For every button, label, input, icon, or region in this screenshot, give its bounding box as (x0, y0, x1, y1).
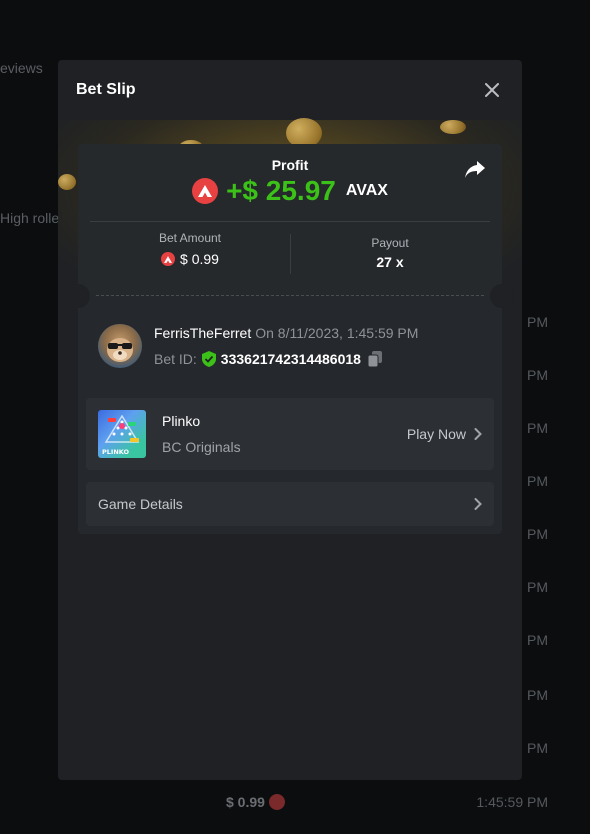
bet-amount-value-row: $ 0.99 (90, 251, 290, 267)
avax-icon (192, 178, 219, 204)
bet-card: Profit +$ 25.97 AVAX Bet Amount $ 0.99 P… (66, 144, 514, 534)
bg-time: PM (527, 579, 548, 595)
avax-glyph (198, 185, 213, 197)
close-icon (485, 83, 499, 97)
profit-value: +$ 25.97 (226, 175, 336, 206)
copy-icon[interactable] (367, 351, 382, 367)
coin-decoration (440, 120, 466, 134)
bet-amount-label: Bet Amount (158, 231, 222, 245)
bg-footer-time: 1:45:59 PM (476, 794, 548, 810)
payout-value: 27 x (376, 254, 404, 270)
plinko-game-thumbnail: PLINKO (98, 410, 146, 458)
bg-time: PM (527, 687, 548, 703)
plinko-icon: PLINKO (102, 414, 140, 456)
avax-icon (268, 794, 285, 810)
bg-time: PM (527, 367, 548, 383)
avax-glyph (164, 255, 173, 263)
coin-decoration (58, 174, 76, 190)
bet-slip-modal: Bet Slip Profit +$ 25.97 AVAX Bet Amount… (58, 60, 522, 780)
verified-shield-icon (201, 351, 216, 367)
bg-footer-amount: $ 0.99 (226, 794, 285, 810)
bg-footer-amount-text: $ 0.99 (226, 794, 265, 810)
payout-label: Payout (371, 236, 409, 250)
play-now-button[interactable]: Play Now (407, 426, 482, 442)
ticket-notch-left (66, 284, 90, 308)
bg-time: PM (527, 632, 548, 648)
profit-label: Profit (271, 157, 309, 173)
bet-id-label: Bet ID: (154, 351, 197, 367)
profit-currency: AVAX (345, 182, 388, 199)
share-icon (465, 161, 485, 178)
modal-title: Bet Slip (76, 81, 136, 98)
play-now-label: Play Now (406, 426, 466, 442)
bet-amount-value: $ 0.99 (180, 251, 219, 267)
bg-reviews-text: eviews (0, 60, 43, 76)
bg-time: PM (527, 473, 548, 489)
bg-time: PM (527, 420, 548, 436)
game-details-row[interactable]: Game Details (86, 482, 494, 526)
user-row: FerrisTheFerret On 8/11/2023, 1:45:59 PM … (98, 324, 418, 368)
divider (90, 221, 490, 222)
ferret-avatar-icon (107, 338, 133, 362)
bg-time: PM (527, 740, 548, 756)
bet-id-line: Bet ID: 333621742314486018 (154, 351, 418, 367)
bg-high-roller-text: High roller (0, 210, 64, 226)
payout-stat: Payout 27 x (290, 236, 490, 270)
bet-id-value: 333621742314486018 (220, 351, 361, 367)
profit-row: +$ 25.97 AVAX (78, 175, 502, 207)
game-text: Plinko BC Originals (162, 413, 407, 455)
bet-amount-stat: Bet Amount $ 0.99 (90, 231, 290, 267)
chevron-right-icon (474, 428, 482, 440)
close-button[interactable] (480, 78, 504, 102)
user-line: FerrisTheFerret On 8/11/2023, 1:45:59 PM (154, 325, 418, 341)
game-name: Plinko (162, 413, 201, 429)
ticket-notch-right (490, 284, 514, 308)
avatar[interactable] (98, 324, 142, 368)
modal-header: Bet Slip (58, 60, 522, 120)
share-button[interactable] (464, 160, 488, 182)
game-row[interactable]: PLINKO Plinko BC Originals Play Now (86, 398, 494, 470)
avax-icon (161, 252, 176, 266)
game-details-label: Game Details (98, 496, 183, 512)
profit-section: Profit +$ 25.97 AVAX Bet Amount $ 0.99 P… (78, 144, 502, 295)
bet-date: On 8/11/2023, 1:45:59 PM (255, 325, 419, 341)
bg-time: PM (527, 314, 548, 330)
chevron-right-icon (474, 498, 482, 510)
bg-time: PM (527, 526, 548, 542)
username[interactable]: FerrisTheFerret (154, 325, 251, 341)
dashed-separator (96, 295, 484, 296)
plinko-thumb-text: PLINKO (102, 448, 130, 456)
user-info: FerrisTheFerret On 8/11/2023, 1:45:59 PM … (154, 325, 418, 367)
game-provider: BC Originals (162, 439, 241, 455)
